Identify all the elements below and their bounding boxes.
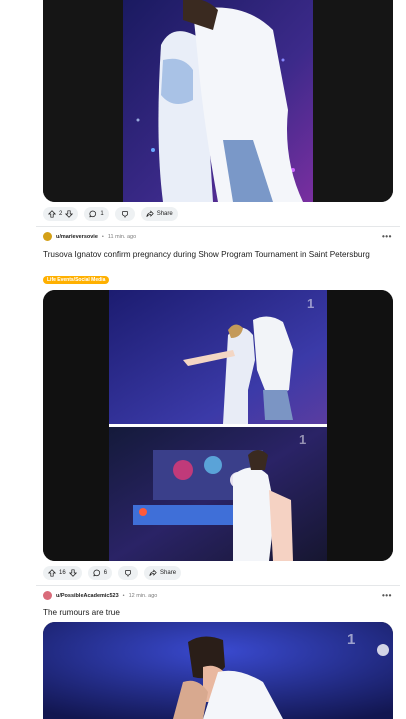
meta-separator: • [101, 233, 104, 240]
post-flair[interactable]: Life Events/Social Media [43, 276, 110, 284]
divider [36, 585, 400, 586]
post-photo-couple [43, 0, 393, 202]
post-meta: u/marieversovie • 11 min. ago [43, 232, 136, 241]
share-icon [149, 569, 157, 576]
comment-count: 6 [103, 570, 108, 576]
post-title[interactable]: The rumours are true [43, 607, 378, 618]
share-icon [146, 210, 154, 217]
share-label: Share [156, 211, 173, 217]
award-icon [121, 211, 128, 218]
award-icon [125, 570, 131, 577]
post-actions: 16 6 Share [43, 566, 182, 580]
username[interactable]: u/PossibleAcademic523 [56, 593, 119, 599]
comment-icon [93, 569, 100, 577]
share-button[interactable]: Share [140, 207, 178, 221]
post-time: 12 min. ago [128, 592, 158, 599]
vote-pill: 2 [43, 207, 79, 221]
downvote-icon[interactable] [68, 569, 77, 577]
avatar[interactable] [43, 591, 52, 600]
post-photo-collage: 1 1 [43, 290, 393, 561]
share-label: Share [160, 570, 177, 576]
share-button[interactable]: Share [144, 566, 182, 580]
comments-button[interactable]: 1 [84, 207, 109, 221]
username[interactable]: u/marieversovie [56, 234, 98, 240]
upvote-icon[interactable] [48, 569, 56, 577]
post-meta: u/PossibleAcademic523 • 12 min. ago [43, 591, 157, 600]
comment-count: 1 [100, 211, 104, 217]
upvote-icon[interactable] [48, 210, 56, 218]
avatar[interactable] [43, 232, 52, 241]
divider [36, 226, 400, 227]
vote-count: 2 [59, 211, 63, 217]
channel-watermark: 1 [307, 296, 314, 311]
channel-watermark: 1 [347, 631, 355, 648]
award-button[interactable] [114, 207, 135, 221]
post-image[interactable]: 1 [43, 622, 393, 719]
award-button[interactable] [118, 566, 139, 580]
post-time: 11 min. ago [107, 233, 137, 240]
post-actions: 2 1 Share [43, 207, 178, 221]
vote-pill: 16 [43, 566, 82, 580]
meta-separator: • [122, 592, 125, 599]
downvote-icon[interactable] [65, 210, 74, 218]
post-image[interactable] [43, 0, 393, 202]
post-title[interactable]: Trusova Ignatov confirm pregnancy during… [43, 249, 378, 260]
more-options-button[interactable]: ••• [382, 591, 392, 600]
channel-watermark: 1 [299, 432, 306, 447]
comment-icon [89, 210, 97, 218]
post-image[interactable]: 1 1 [43, 290, 393, 561]
vote-count: 16 [59, 570, 66, 576]
comments-button[interactable]: 6 [87, 566, 113, 580]
more-options-button[interactable]: ••• [382, 232, 392, 241]
post-photo-closeup: 1 [43, 622, 393, 719]
